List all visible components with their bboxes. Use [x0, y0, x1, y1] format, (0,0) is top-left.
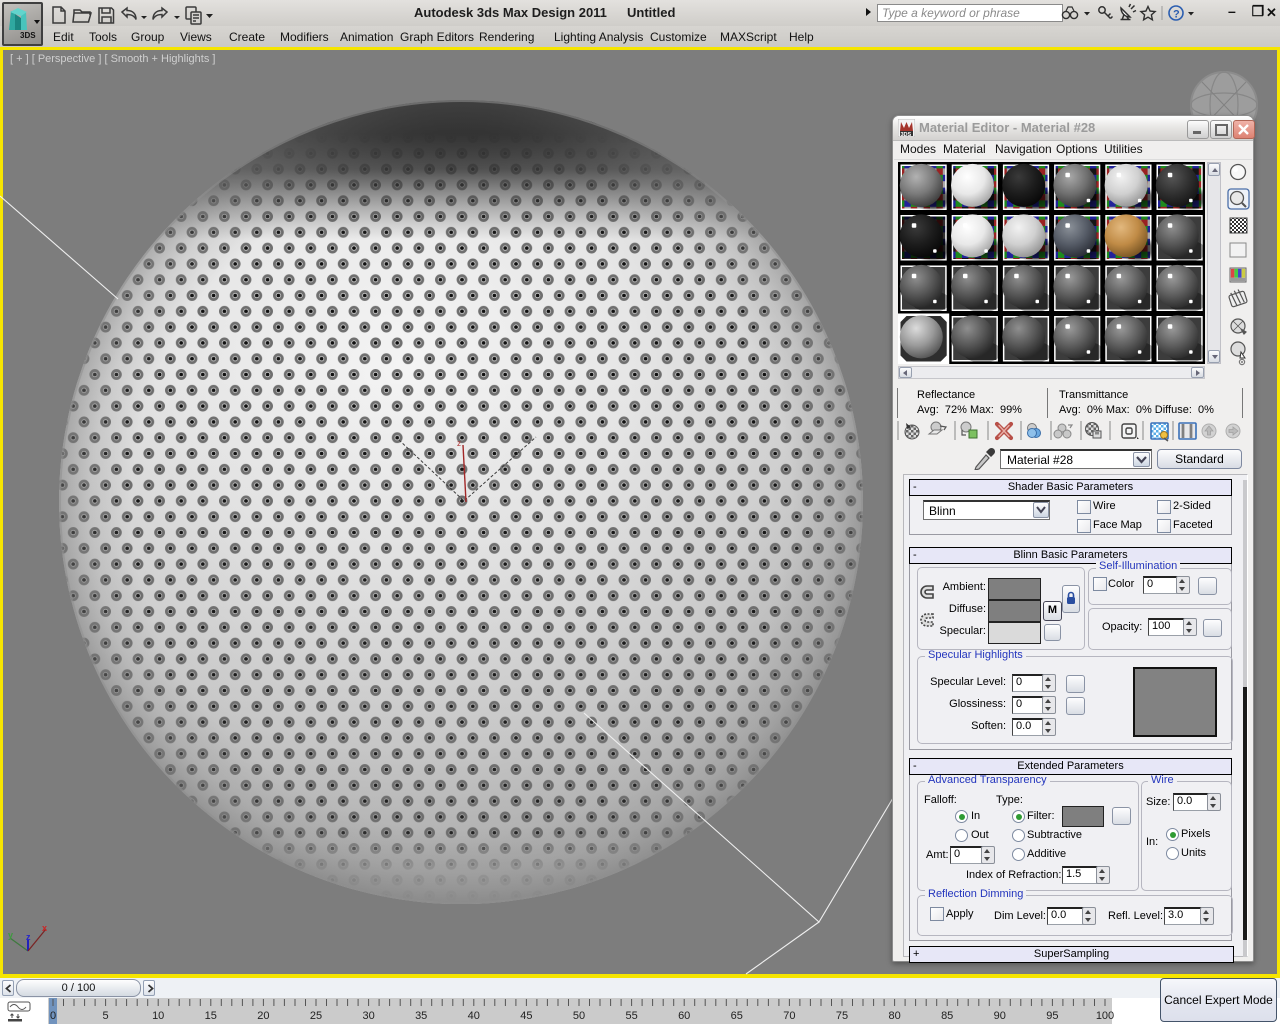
svg-text:85: 85 [941, 1010, 953, 1022]
svg-text:70: 70 [783, 1010, 795, 1022]
svg-text:z: z [26, 932, 31, 942]
svg-text:65: 65 [731, 1010, 743, 1022]
svg-text:55: 55 [625, 1010, 637, 1022]
svg-text:90: 90 [994, 1010, 1006, 1022]
svg-text:75: 75 [836, 1010, 848, 1022]
svg-text:40: 40 [468, 1010, 480, 1022]
svg-text:5: 5 [103, 1010, 109, 1022]
svg-text:100: 100 [1096, 1010, 1114, 1022]
svg-text:60: 60 [678, 1010, 690, 1022]
svg-text:?: ? [1173, 9, 1180, 21]
svg-text:3DS: 3DS [901, 132, 912, 137]
svg-text:35: 35 [415, 1010, 427, 1022]
svg-text:y: y [8, 930, 13, 940]
svg-text:80: 80 [888, 1010, 900, 1022]
svg-text:x: x [42, 923, 47, 933]
svg-text:20: 20 [257, 1010, 269, 1022]
svg-text:45: 45 [520, 1010, 532, 1022]
svg-text:0: 0 [50, 1010, 56, 1022]
svg-text:95: 95 [1046, 1010, 1058, 1022]
svg-text:25: 25 [310, 1010, 322, 1022]
svg-text:50: 50 [573, 1010, 585, 1022]
svg-text:15: 15 [205, 1010, 217, 1022]
svg-text:30: 30 [362, 1010, 374, 1022]
svg-text:z: z [457, 439, 461, 448]
svg-text:10: 10 [152, 1010, 164, 1022]
